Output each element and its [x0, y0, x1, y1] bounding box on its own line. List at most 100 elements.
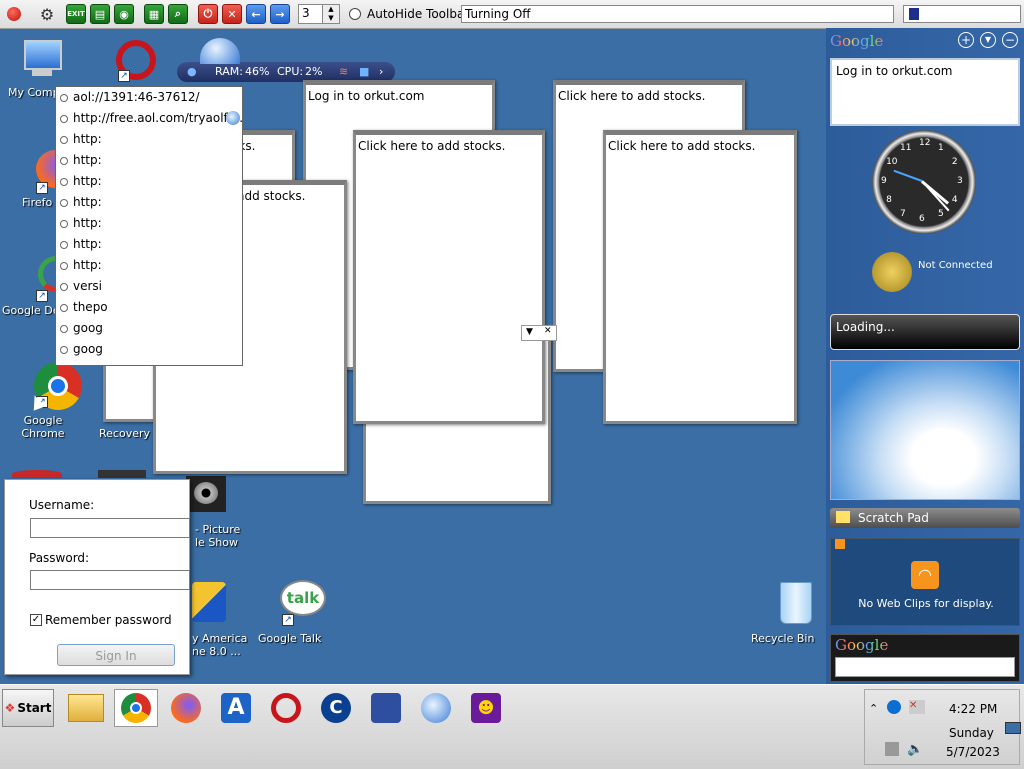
magnifier-icon[interactable]: ⌕: [168, 4, 188, 24]
login-panel: Username: Password: ✓ Remember password …: [4, 479, 190, 675]
taskbar-app-ring[interactable]: [264, 689, 308, 727]
progress-bar: [903, 5, 1021, 23]
list-item[interactable]: goog: [56, 339, 242, 360]
app-ring-icon: [271, 693, 301, 723]
taskbar-app-c[interactable]: C: [314, 689, 358, 727]
dropdown-arrow-icon[interactable]: ▼: [526, 327, 533, 337]
partial-icon: [12, 470, 62, 478]
system-tray: ⌃ ✕ 4:22 PM Sunday 5/7/2023 🔈: [864, 689, 1021, 765]
letter-a-icon: A: [221, 693, 251, 723]
taskbar-chrome[interactable]: [114, 689, 158, 727]
loading-gadget: Loading...: [830, 314, 1020, 350]
clock-numeral: 8: [886, 195, 892, 205]
status-field: Turning Off: [461, 5, 894, 23]
list-item[interactable]: http:: [56, 171, 242, 192]
list-item[interactable]: http:: [56, 255, 242, 276]
password-field[interactable]: [30, 570, 190, 590]
binoculars-icon[interactable]: ◉: [114, 4, 134, 24]
windows-logo-icon: ❖: [4, 701, 16, 715]
web-clips-gadget: ◠ No Web Clips for display.: [830, 538, 1020, 626]
sky-photo-gadget: [830, 360, 1020, 500]
eye-icon[interactable]: [186, 476, 226, 512]
note-icon: [836, 511, 850, 523]
exit-button[interactable]: EXIT: [66, 4, 86, 24]
app-ring-icon: ↗: [100, 36, 156, 82]
back-arrow-icon[interactable]: ←: [246, 4, 266, 24]
stop-icon[interactable]: [4, 4, 24, 24]
show-desktop-icon[interactable]: [1005, 722, 1021, 734]
list-item[interactable]: versi: [56, 276, 242, 297]
list-item[interactable]: http:: [56, 213, 242, 234]
username-field[interactable]: [30, 518, 190, 538]
wifi-icon: ≋: [339, 65, 349, 78]
taskbar: ❖ Start A C ☻ ⌃ ✕ 4:22 PM Sunday 5/7/2023…: [0, 684, 1024, 769]
list-item[interactable]: http://free.aol.com/tryaolfr...: [56, 108, 242, 129]
remember-label: Remember password: [45, 613, 172, 627]
taskbar-app-a[interactable]: A: [214, 689, 258, 727]
stepper-arrows-icon[interactable]: ▲ ▼: [322, 5, 339, 23]
add-gadget-icon[interactable]: +: [958, 32, 974, 48]
save-icon[interactable]: ▦: [144, 4, 164, 24]
taskbar-app-doc[interactable]: [364, 689, 408, 727]
clock-day: Sunday: [949, 726, 994, 740]
scratch-pad-header[interactable]: Scratch Pad: [830, 508, 1020, 528]
desktop-icon-recycle-bin[interactable]: Recycle Bin: [738, 580, 820, 645]
desktop-icon-app[interactable]: ↗: [82, 36, 164, 86]
network-error-icon[interactable]: ✕: [909, 700, 925, 714]
desktop-icon-globe[interactable]: [162, 36, 244, 86]
forward-arrow-icon[interactable]: →: [270, 4, 290, 24]
list-item[interactable]: http:: [56, 234, 242, 255]
power-icon[interactable]: ⏻: [198, 4, 218, 24]
autohide-radio[interactable]: [349, 8, 361, 20]
desktop-icon-recovery[interactable]: Recovery: [99, 427, 150, 440]
list-item[interactable]: http:: [56, 129, 242, 150]
minute-hand: [921, 180, 950, 212]
google-logo: Google: [830, 32, 884, 50]
desktop-icon-slideshow[interactable]: - Picture le Show: [195, 523, 240, 549]
weather-status: Not Connected: [918, 260, 993, 271]
desktop-icon-my-computer[interactable]: My Comp: [0, 38, 82, 99]
desktop-icon-google-talk[interactable]: talk ↗ Google Talk: [246, 580, 328, 645]
orkut-gadget[interactable]: Log in to orkut.com: [830, 58, 1020, 126]
desktop-icon-america[interactable]: y America ne 8.0 ...: [192, 632, 247, 658]
clock-numeral: 1: [938, 143, 944, 154]
devices-icon[interactable]: [885, 742, 899, 756]
url-history-dropdown[interactable]: aol://1391:46-37612/ http://free.aol.com…: [55, 86, 243, 366]
expand-arrow-icon[interactable]: ›: [379, 62, 383, 82]
top-toolbar: ⚙ EXIT ▤ ◉ ▦ ⌕ ⏻ ✕ ← → 3 ▲ ▼ AutoHide Too…: [0, 0, 1024, 29]
sun-icon: [872, 252, 912, 292]
taskbar-app-globe[interactable]: [414, 689, 458, 727]
close-icon[interactable]: ✕: [544, 326, 552, 336]
list-item[interactable]: http:: [56, 150, 242, 171]
chevron-up-icon[interactable]: ⌃: [869, 702, 878, 715]
america-shield-icon[interactable]: [190, 582, 228, 626]
speaker-icon[interactable]: 🔈: [907, 742, 923, 757]
list-item[interactable]: http:: [56, 192, 242, 213]
note-controls: ▼ ✕: [521, 325, 557, 341]
remember-checkbox[interactable]: ✓: [30, 614, 42, 626]
minimize-icon[interactable]: −: [1002, 32, 1018, 48]
counter-stepper[interactable]: 3 ▲ ▼: [298, 4, 340, 24]
list-item[interactable]: thepo: [56, 297, 242, 318]
taskbar-firefox[interactable]: [164, 689, 208, 727]
close-icon[interactable]: ✕: [222, 4, 242, 24]
google-search-input[interactable]: [835, 657, 1015, 677]
recycle-bin-icon: [756, 580, 812, 626]
menu-down-icon[interactable]: ▼: [980, 32, 996, 48]
sign-in-button[interactable]: Sign In: [57, 644, 175, 666]
folder-icon[interactable]: ▤: [90, 4, 110, 24]
tools-icon[interactable]: ⚙: [32, 4, 62, 24]
desktop-icon-label: Recycle Bin: [751, 632, 815, 645]
yahoo-messenger-icon: ☻: [471, 693, 501, 723]
list-item[interactable]: aol://1391:46-37612/: [56, 87, 242, 108]
desktop-icon-label: Firefo: [22, 196, 53, 209]
list-item[interactable]: goog: [56, 318, 242, 339]
taskbar-explorer[interactable]: [64, 689, 108, 727]
stocks-note[interactable]: Click here to add stocks.: [603, 130, 797, 424]
desktop-icon-label: Google De: [2, 304, 60, 317]
start-button[interactable]: ❖ Start: [2, 689, 54, 727]
globe-icon: [421, 693, 451, 723]
taskbar-yahoo[interactable]: ☻: [464, 689, 508, 727]
stocks-note[interactable]: Click here to add stocks.: [353, 130, 545, 424]
tray-app-icon[interactable]: [887, 700, 901, 714]
